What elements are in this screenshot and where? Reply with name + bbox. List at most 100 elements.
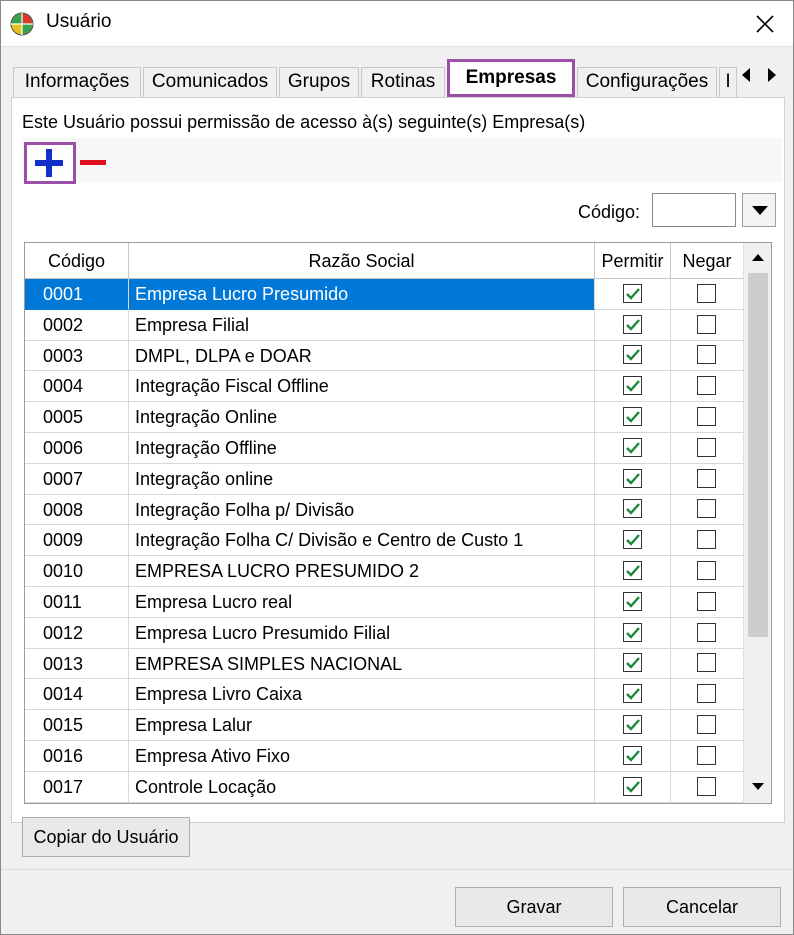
checkmark-icon — [625, 780, 640, 793]
save-button[interactable]: Gravar — [455, 887, 613, 927]
row-code: 0011 — [25, 586, 129, 618]
tab-informacoes[interactable]: Informações — [13, 67, 141, 97]
code-filter-dropdown[interactable] — [742, 193, 776, 227]
cancel-button[interactable]: Cancelar — [623, 887, 781, 927]
tab-scroll-right[interactable] — [761, 65, 781, 85]
permit-checkbox[interactable] — [622, 437, 642, 457]
row-deny-cell — [671, 495, 743, 526]
row-code: 0003 — [25, 340, 129, 372]
tab-grupos[interactable]: Grupos — [279, 67, 359, 97]
code-filter-input[interactable] — [652, 193, 736, 227]
tab-scroll-left[interactable] — [737, 65, 757, 85]
table-row[interactable]: 0014 Empresa Livro Caixa — [25, 679, 743, 711]
row-company-name: Integração Fiscal Offline — [129, 371, 595, 403]
row-deny-cell — [671, 464, 743, 495]
tab-empresas[interactable]: Empresas — [447, 59, 575, 97]
permit-checkbox[interactable] — [622, 468, 642, 488]
scroll-thumb[interactable] — [748, 273, 768, 637]
table-row[interactable]: 0003 DMPL, DLPA e DOAR — [25, 340, 743, 372]
checkmark-icon — [625, 534, 640, 547]
deny-checkbox[interactable] — [697, 715, 716, 735]
table-row[interactable]: 0016 Empresa Ativo Fixo — [25, 740, 743, 772]
row-code: 0004 — [25, 371, 129, 403]
deny-checkbox[interactable] — [697, 622, 716, 642]
permit-checkbox[interactable] — [622, 314, 642, 334]
table-row[interactable]: 0001 Empresa Lucro Presumido — [25, 279, 743, 310]
tab-rotinas[interactable]: Rotinas — [361, 67, 445, 97]
permit-checkbox[interactable] — [622, 499, 642, 519]
deny-checkbox[interactable] — [697, 345, 716, 365]
deny-checkbox[interactable] — [697, 745, 716, 765]
permit-checkbox[interactable] — [622, 530, 642, 550]
table-row[interactable]: 0017 Controle Locação — [25, 771, 743, 803]
permit-checkbox[interactable] — [622, 283, 642, 303]
permit-checkbox[interactable] — [622, 561, 642, 581]
close-button[interactable] — [745, 7, 785, 41]
triangle-left-icon — [742, 68, 750, 82]
add-company-button[interactable] — [24, 142, 76, 184]
row-permit-cell — [595, 710, 671, 741]
table-row[interactable]: 0004 Integração Fiscal Offline — [25, 371, 743, 403]
table-row[interactable]: 0005 Integração Online — [25, 402, 743, 433]
permit-checkbox[interactable] — [622, 622, 642, 642]
header-deny[interactable]: Negar — [671, 243, 743, 279]
header-name[interactable]: Razão Social — [129, 243, 595, 279]
toolbar-strip — [22, 138, 782, 182]
row-permit-cell — [595, 402, 671, 433]
deny-checkbox[interactable] — [697, 684, 716, 704]
header-code[interactable]: Código — [25, 243, 129, 279]
tab-configuracoes[interactable]: Configurações — [577, 67, 717, 97]
permit-checkbox[interactable] — [622, 776, 642, 796]
row-code: 0008 — [25, 494, 129, 526]
table-row[interactable]: 0010 EMPRESA LUCRO PRESUMIDO 2 — [25, 556, 743, 587]
checkmark-icon — [625, 472, 640, 485]
remove-company-button[interactable] — [78, 150, 108, 174]
permit-checkbox[interactable] — [622, 684, 642, 704]
deny-checkbox[interactable] — [697, 437, 716, 457]
permit-checkbox[interactable] — [622, 376, 642, 396]
row-deny-cell — [671, 710, 743, 741]
table-row[interactable]: 0013 EMPRESA SIMPLES NACIONAL — [25, 648, 743, 680]
row-deny-cell — [671, 279, 743, 310]
table-row[interactable]: 0009 Integração Folha C/ Divisão e Centro… — [25, 525, 743, 557]
row-deny-cell — [671, 402, 743, 433]
permit-checkbox[interactable] — [622, 345, 642, 365]
checkmark-icon — [625, 411, 640, 423]
table-row[interactable]: 0008 Integração Folha p/ Divisão — [25, 494, 743, 526]
tab-comunicados[interactable]: Comunicados — [143, 67, 277, 97]
permit-checkbox[interactable] — [622, 407, 642, 427]
copy-from-user-button[interactable]: Copiar do Usuário — [22, 817, 190, 857]
scroll-down-button[interactable] — [744, 773, 771, 801]
permit-checkbox[interactable] — [622, 745, 642, 765]
table-row[interactable]: 0006 Integração Offline — [25, 432, 743, 464]
deny-checkbox[interactable] — [697, 468, 716, 488]
checkmark-icon — [625, 719, 640, 731]
table-row[interactable]: 0002 Empresa Filial — [25, 309, 743, 341]
deny-checkbox[interactable] — [697, 314, 716, 334]
deny-checkbox[interactable] — [697, 407, 716, 427]
code-filter-label: Código: — [578, 202, 641, 222]
deny-checkbox[interactable] — [697, 283, 716, 303]
permit-checkbox[interactable] — [622, 715, 642, 735]
row-code: 0009 — [25, 525, 129, 557]
table-row[interactable]: 0011 Empresa Lucro real — [25, 586, 743, 618]
table-row[interactable]: 0007 Integração online — [25, 463, 743, 495]
table-row[interactable]: 0015 Empresa Lalur — [25, 710, 743, 741]
row-deny-cell — [671, 341, 743, 372]
deny-checkbox[interactable] — [697, 499, 716, 519]
header-permit[interactable]: Permitir — [595, 243, 671, 279]
grid-vertical-scrollbar[interactable] — [743, 243, 771, 803]
row-permit-cell — [595, 679, 671, 711]
deny-checkbox[interactable] — [697, 376, 716, 396]
deny-checkbox[interactable] — [697, 776, 716, 796]
tab-overflow[interactable]: I — [719, 67, 737, 97]
table-row[interactable]: 0012 Empresa Lucro Presumido Filial — [25, 617, 743, 649]
deny-checkbox[interactable] — [697, 653, 716, 673]
deny-checkbox[interactable] — [697, 591, 716, 611]
scroll-up-button[interactable] — [744, 243, 771, 271]
permit-checkbox[interactable] — [622, 653, 642, 673]
deny-checkbox[interactable] — [697, 530, 716, 550]
permit-checkbox[interactable] — [622, 591, 642, 611]
deny-checkbox[interactable] — [697, 561, 716, 581]
row-company-name: EMPRESA LUCRO PRESUMIDO 2 — [129, 556, 595, 587]
